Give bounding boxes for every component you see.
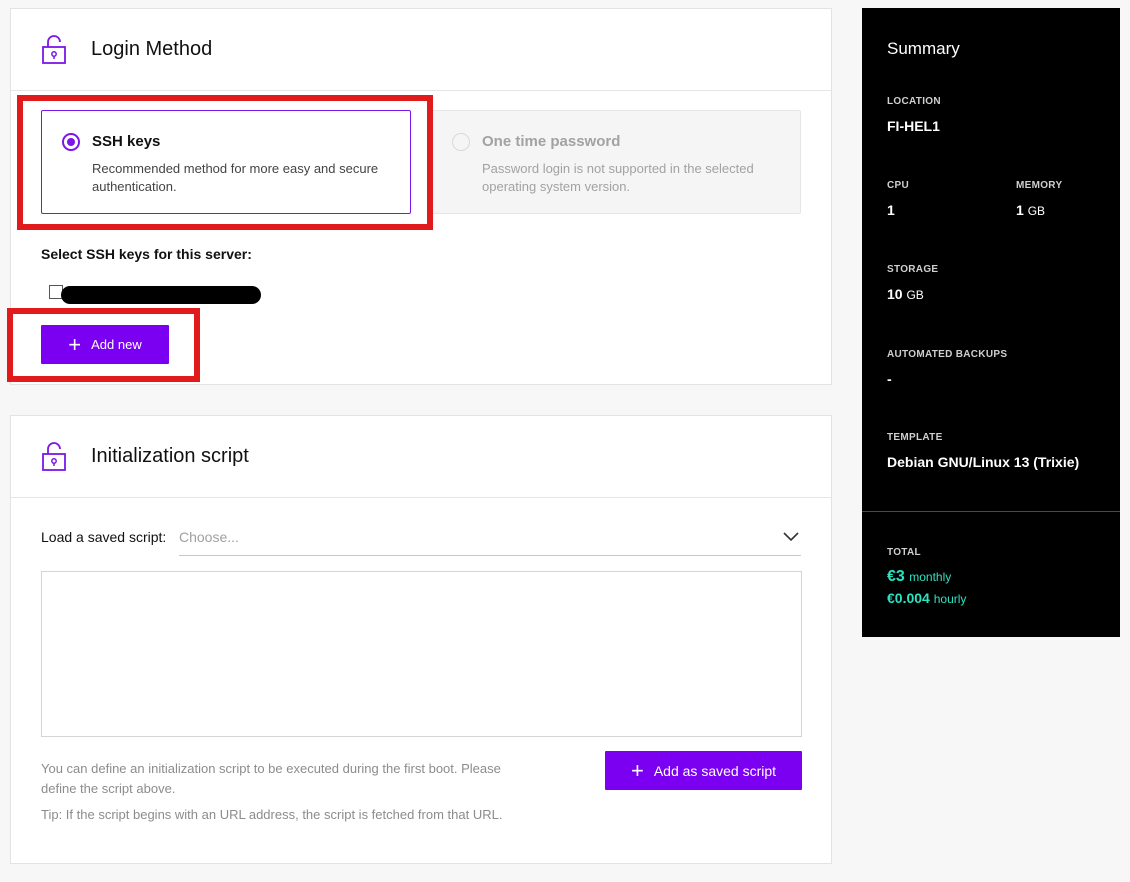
lock-open-icon xyxy=(42,34,66,64)
ssh-keys-option[interactable]: SSH keys Recommended method for more eas… xyxy=(41,110,411,214)
summary-panel: Summary LOCATION FI-HEL1 CPU 1 MEMORY 1 … xyxy=(862,8,1120,637)
total-label: TOTAL xyxy=(887,547,921,558)
monthly-unit: monthly xyxy=(909,570,952,584)
monthly-price-value: €3 xyxy=(887,568,905,585)
login-method-card: Login Method SSH keys Recommended method… xyxy=(10,8,832,385)
redacted-ssh-key-name xyxy=(61,286,261,304)
init-script-textarea[interactable] xyxy=(41,571,802,737)
location-label: LOCATION xyxy=(887,96,941,107)
location-value: FI-HEL1 xyxy=(887,118,940,134)
backups-label: AUTOMATED BACKUPS xyxy=(887,349,1008,360)
storage-value-group: 10 GB xyxy=(887,286,924,302)
memory-value-group: 1 GB xyxy=(1016,202,1045,218)
chevron-down-icon xyxy=(783,532,799,542)
login-method-title: Login Method xyxy=(91,38,213,60)
cpu-value: 1 xyxy=(887,202,895,218)
template-label: TEMPLATE xyxy=(887,432,943,443)
add-as-saved-script-label: Add as saved script xyxy=(653,762,777,779)
ssh-keys-select-label: Select SSH keys for this server: xyxy=(41,246,252,262)
hourly-price-value: €0.004 xyxy=(887,590,930,606)
one-time-password-radio xyxy=(452,133,470,151)
init-script-card: Initialization script Load a saved scrip… xyxy=(10,415,832,864)
memory-label: MEMORY xyxy=(1016,180,1063,191)
saved-script-select-placeholder: Choose... xyxy=(179,529,239,545)
backups-value: - xyxy=(887,371,892,387)
storage-value: 10 xyxy=(887,286,903,302)
ssh-keys-description: Recommended method for more easy and sec… xyxy=(92,161,379,194)
ssh-keys-title: SSH keys xyxy=(92,133,161,150)
memory-value: 1 xyxy=(1016,202,1024,218)
init-script-header: Initialization script xyxy=(11,416,831,498)
add-as-saved-script-button[interactable]: + Add as saved script xyxy=(605,751,802,790)
one-time-password-description: Password login is not supported in the s… xyxy=(482,161,754,194)
lock-open-icon xyxy=(42,441,66,471)
storage-label: STORAGE xyxy=(887,264,939,275)
login-method-header: Login Method xyxy=(11,9,831,91)
ssh-keys-radio[interactable] xyxy=(62,133,80,151)
one-time-password-option: One time password Password login is not … xyxy=(431,110,801,214)
plus-icon: + xyxy=(630,757,644,783)
load-saved-script-label: Load a saved script: xyxy=(41,529,167,545)
init-script-help-text: You can define an initialization script … xyxy=(41,761,501,796)
template-value: Debian GNU/Linux 13 (Trixie) xyxy=(887,454,1080,470)
cpu-label: CPU xyxy=(887,180,910,191)
init-script-title: Initialization script xyxy=(91,445,249,467)
summary-divider xyxy=(862,511,1120,512)
summary-title: Summary xyxy=(887,39,960,58)
init-script-tip-text: Tip: If the script begins with an URL ad… xyxy=(41,807,503,822)
one-time-password-title: One time password xyxy=(482,133,621,150)
hourly-unit: hourly xyxy=(933,592,967,606)
hourly-price: €0.004 hourly xyxy=(887,590,966,606)
storage-unit: GB xyxy=(906,288,924,302)
add-new-label: Add new xyxy=(91,337,142,352)
add-new-ssh-key-button[interactable]: + Add new xyxy=(41,325,169,364)
plus-icon: + xyxy=(68,331,82,357)
saved-script-select[interactable]: Choose... xyxy=(179,522,801,556)
monthly-price: €3 monthly xyxy=(887,568,951,586)
memory-unit: GB xyxy=(1027,204,1046,218)
